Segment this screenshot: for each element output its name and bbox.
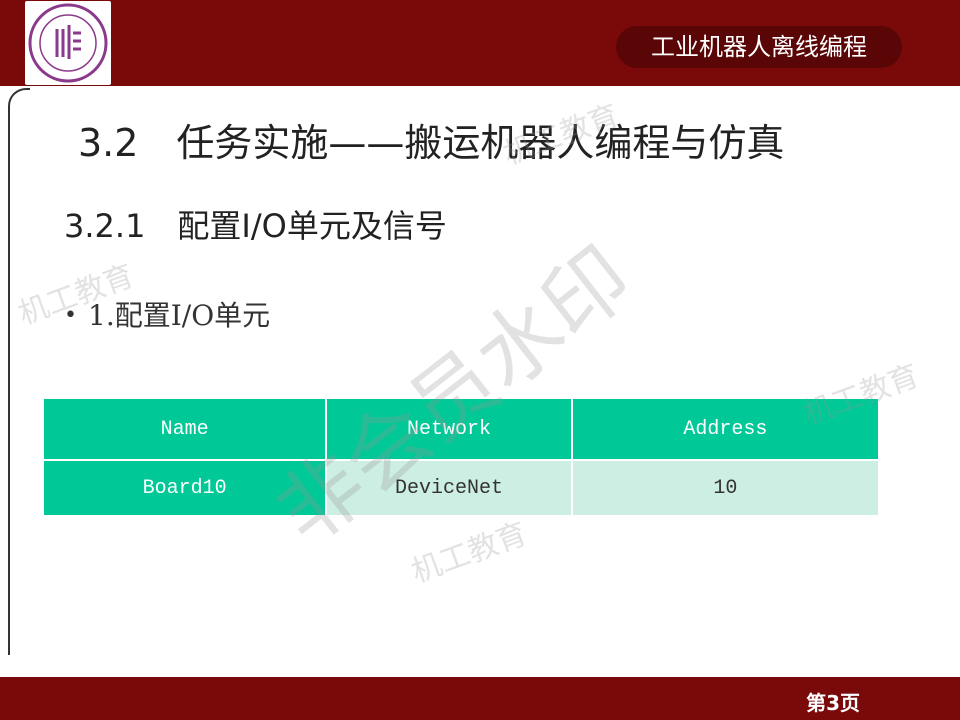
header-bar: 工业机器人离线编程	[0, 0, 960, 86]
course-title-pill: 工业机器人离线编程	[616, 26, 902, 68]
watermark-brand-4: 机工教育	[406, 516, 532, 591]
table-row: Board10 DeviceNet 10	[41, 459, 881, 517]
bullet-item: • 1.配置I/O单元	[64, 294, 270, 334]
bullet-text: 1.配置I/O单元	[88, 299, 271, 332]
column-header-address: Address	[570, 397, 881, 461]
table-header-row: Name Network Address	[41, 397, 881, 461]
cell-address: 10	[570, 459, 881, 517]
cell-name: Board10	[41, 459, 328, 517]
page-number: 第3页	[806, 691, 860, 715]
footer-bar: 第3页	[0, 677, 960, 720]
io-unit-table: Name Network Address Board10 DeviceNet 1…	[41, 397, 881, 517]
column-header-name: Name	[41, 397, 328, 461]
column-header-network: Network	[325, 397, 573, 461]
subsection-heading: 3.2.1 配置I/O单元及信号	[64, 207, 447, 245]
section-heading: 3.2 任务实施——搬运机器人编程与仿真	[78, 121, 785, 165]
bullet-marker: •	[64, 303, 77, 328]
cell-network: DeviceNet	[325, 459, 573, 517]
left-frame-rule	[8, 88, 30, 655]
college-logo	[25, 1, 111, 85]
